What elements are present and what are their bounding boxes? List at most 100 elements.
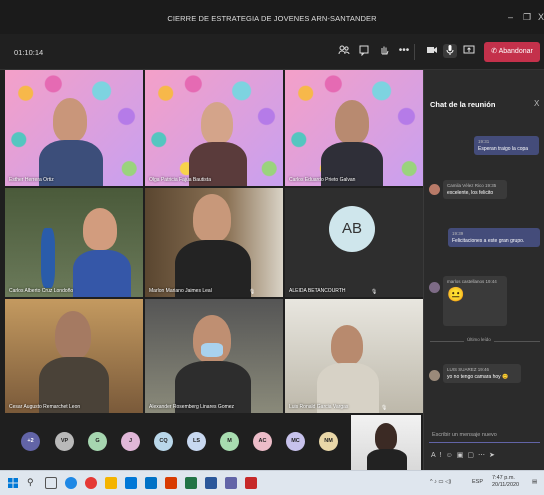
mic-icon: 🎙 [381, 405, 388, 411]
participant-video [335, 100, 369, 144]
participant-avatar[interactable]: J [121, 432, 140, 451]
search-icon[interactable]: ⚲ [27, 477, 39, 489]
edge-icon[interactable] [65, 477, 77, 489]
windows-start-icon[interactable] [7, 477, 19, 489]
participant-video [331, 325, 363, 365]
participant-avatar[interactable]: VP [55, 432, 74, 451]
sticker-icon[interactable]: ▢ [467, 452, 478, 459]
participant-avatar[interactable]: NM [319, 432, 338, 451]
excel-icon[interactable] [185, 477, 197, 489]
task-view-icon[interactable] [45, 477, 57, 489]
mail-icon[interactable] [145, 477, 157, 489]
overflow-strip: +2 VP G J CQ LS M AC MC NM [5, 413, 423, 470]
participant-avatar[interactable]: LS [187, 432, 206, 451]
participant-name: Alexander Rosemberg Linares Gomez [149, 404, 235, 410]
participant-tile[interactable]: Carlos Eduardo Prieto Galvan [285, 70, 423, 186]
mic-icon: 🎙 [371, 289, 378, 295]
participant-tile[interactable]: Esther Herrera Ortiz [5, 70, 143, 186]
message-time: 19:35 [485, 183, 497, 188]
self-video [375, 423, 397, 451]
message-time: 19:31 [478, 139, 490, 144]
close-button[interactable]: X [538, 12, 544, 22]
participant-tile[interactable]: Olga Patricia Fajua Bautista [145, 70, 283, 186]
raise-hand-icon[interactable] [377, 44, 391, 58]
participants-icon[interactable] [337, 44, 351, 58]
message-text: Esperan traigo la copa [478, 146, 529, 152]
meeting-timer: 01:10:14 [14, 48, 44, 57]
store-icon[interactable] [125, 477, 137, 489]
windows-taskbar: ⚲ ^ ♪ ▭ ◁) ESP 7:47 p.m. 20/11/2020 ▤ [0, 470, 544, 495]
word-icon[interactable] [205, 477, 217, 489]
chat-close-button[interactable]: X [534, 99, 539, 108]
background-figure [41, 228, 55, 288]
message-text: yo no tengo camara hoy 😊 [447, 374, 509, 380]
message-time: 19:39 [452, 231, 464, 236]
message-text: excelente, los felicito [447, 190, 494, 196]
gif-icon[interactable]: ▣ [457, 452, 468, 459]
restore-button[interactable]: ❐ [523, 12, 531, 23]
app-icon[interactable] [245, 477, 257, 489]
participant-video [55, 311, 91, 359]
emoji-icon[interactable]: ☺ [446, 452, 457, 459]
notifications-icon[interactable]: ▤ [532, 479, 537, 485]
self-view[interactable] [351, 415, 421, 470]
participant-avatar[interactable]: G [88, 432, 107, 451]
participant-tile[interactable]: Luis Ronald Garcia Vargas 🎙 [285, 299, 423, 413]
teams-icon[interactable] [225, 477, 237, 489]
mic-icon[interactable] [443, 44, 457, 58]
message-author: marlos castellanos [447, 279, 485, 284]
self-body [367, 449, 407, 470]
participant-tile[interactable]: Cesar Augusto Remarchet Leon [5, 299, 143, 413]
more-icon[interactable]: ⋯ [478, 452, 489, 459]
participant-avatar[interactable]: M [220, 432, 239, 451]
meeting-toolbar: 01:10:14 ••• ✆ Abandonar [0, 34, 544, 70]
minimize-button[interactable]: – [508, 12, 513, 22]
camera-icon[interactable] [425, 44, 439, 58]
chat-title: Chat de la reunión [430, 100, 496, 109]
message-text: Felicitaciones a este gran grupo. [452, 238, 525, 244]
language-indicator[interactable]: ESP [472, 479, 483, 485]
participant-tile[interactable]: AB ALEIDA BETANCOURTH 🎙 [285, 188, 423, 297]
participant-avatar[interactable]: MC [286, 432, 305, 451]
last-read-divider: Último leído [464, 337, 494, 342]
chat-message: 19:39 Felicitaciones a este gran grupo. [448, 228, 540, 247]
participant-name: Olga Patricia Fajua Bautista [149, 177, 211, 183]
participant-name: Esther Herrera Ortiz [9, 177, 54, 183]
participant-name: Carlos Eduardo Prieto Galvan [289, 177, 356, 183]
participant-name: Carlos Alberto Cruz Londoño [9, 288, 74, 294]
clock-time: 7:47 p.m. [492, 475, 515, 481]
emoji-icon: 😐 [447, 286, 465, 302]
chat-message: Camila Vélez Rico 19:35 excelente, los f… [443, 180, 507, 199]
clock-date: 20/11/2020 [492, 482, 520, 488]
video-grid: Esther Herrera Ortiz Olga Patricia Fajua… [5, 70, 423, 413]
overflow-count[interactable]: +2 [21, 432, 40, 451]
title-bar: CIERRE DE ESTRATEGIA DE JOVENES ARN-SANT… [0, 0, 544, 34]
participant-tile[interactable]: Marlon Mariano Jaimes Leal 🎙 [145, 188, 283, 297]
more-icon[interactable]: ••• [397, 44, 411, 58]
message-input[interactable]: Escribir un mensaje nuevo [429, 427, 540, 443]
tray-icons[interactable]: ^ ♪ ▭ ◁) [430, 479, 451, 485]
clock[interactable]: 7:47 p.m. 20/11/2020 [492, 475, 519, 489]
chat-icon[interactable] [357, 44, 371, 58]
message-author: Camila Vélez Rico [447, 183, 484, 188]
powerpoint-icon[interactable] [165, 477, 177, 489]
share-screen-icon[interactable] [462, 44, 476, 58]
format-icon[interactable]: A [431, 452, 440, 459]
participant-tile[interactable]: Alexander Rosemberg Linares Gomez [145, 299, 283, 413]
avatar [429, 370, 440, 381]
teams-window: CIERRE DE ESTRATEGIA DE JOVENES ARN-SANT… [0, 0, 544, 470]
mic-icon: 🎙 [249, 289, 256, 295]
send-icon[interactable]: ➤ [489, 452, 499, 459]
participant-avatar[interactable]: CQ [154, 432, 173, 451]
chrome-icon[interactable] [85, 477, 97, 489]
file-explorer-icon[interactable] [105, 477, 117, 489]
compose-toolbar: A!☺▣▢⋯➤ [431, 451, 499, 459]
leave-button[interactable]: ✆ Abandonar [484, 42, 540, 62]
window-title: CIERRE DE ESTRATEGIA DE JOVENES ARN-SANT… [167, 14, 377, 23]
participant-video [83, 208, 117, 250]
leave-label: Abandonar [498, 48, 533, 55]
participant-avatar[interactable]: AC [253, 432, 272, 451]
message-author: LUIS SUAREZ [447, 367, 477, 372]
avatar [429, 184, 440, 195]
participant-tile[interactable]: Carlos Alberto Cruz Londoño [5, 188, 143, 297]
